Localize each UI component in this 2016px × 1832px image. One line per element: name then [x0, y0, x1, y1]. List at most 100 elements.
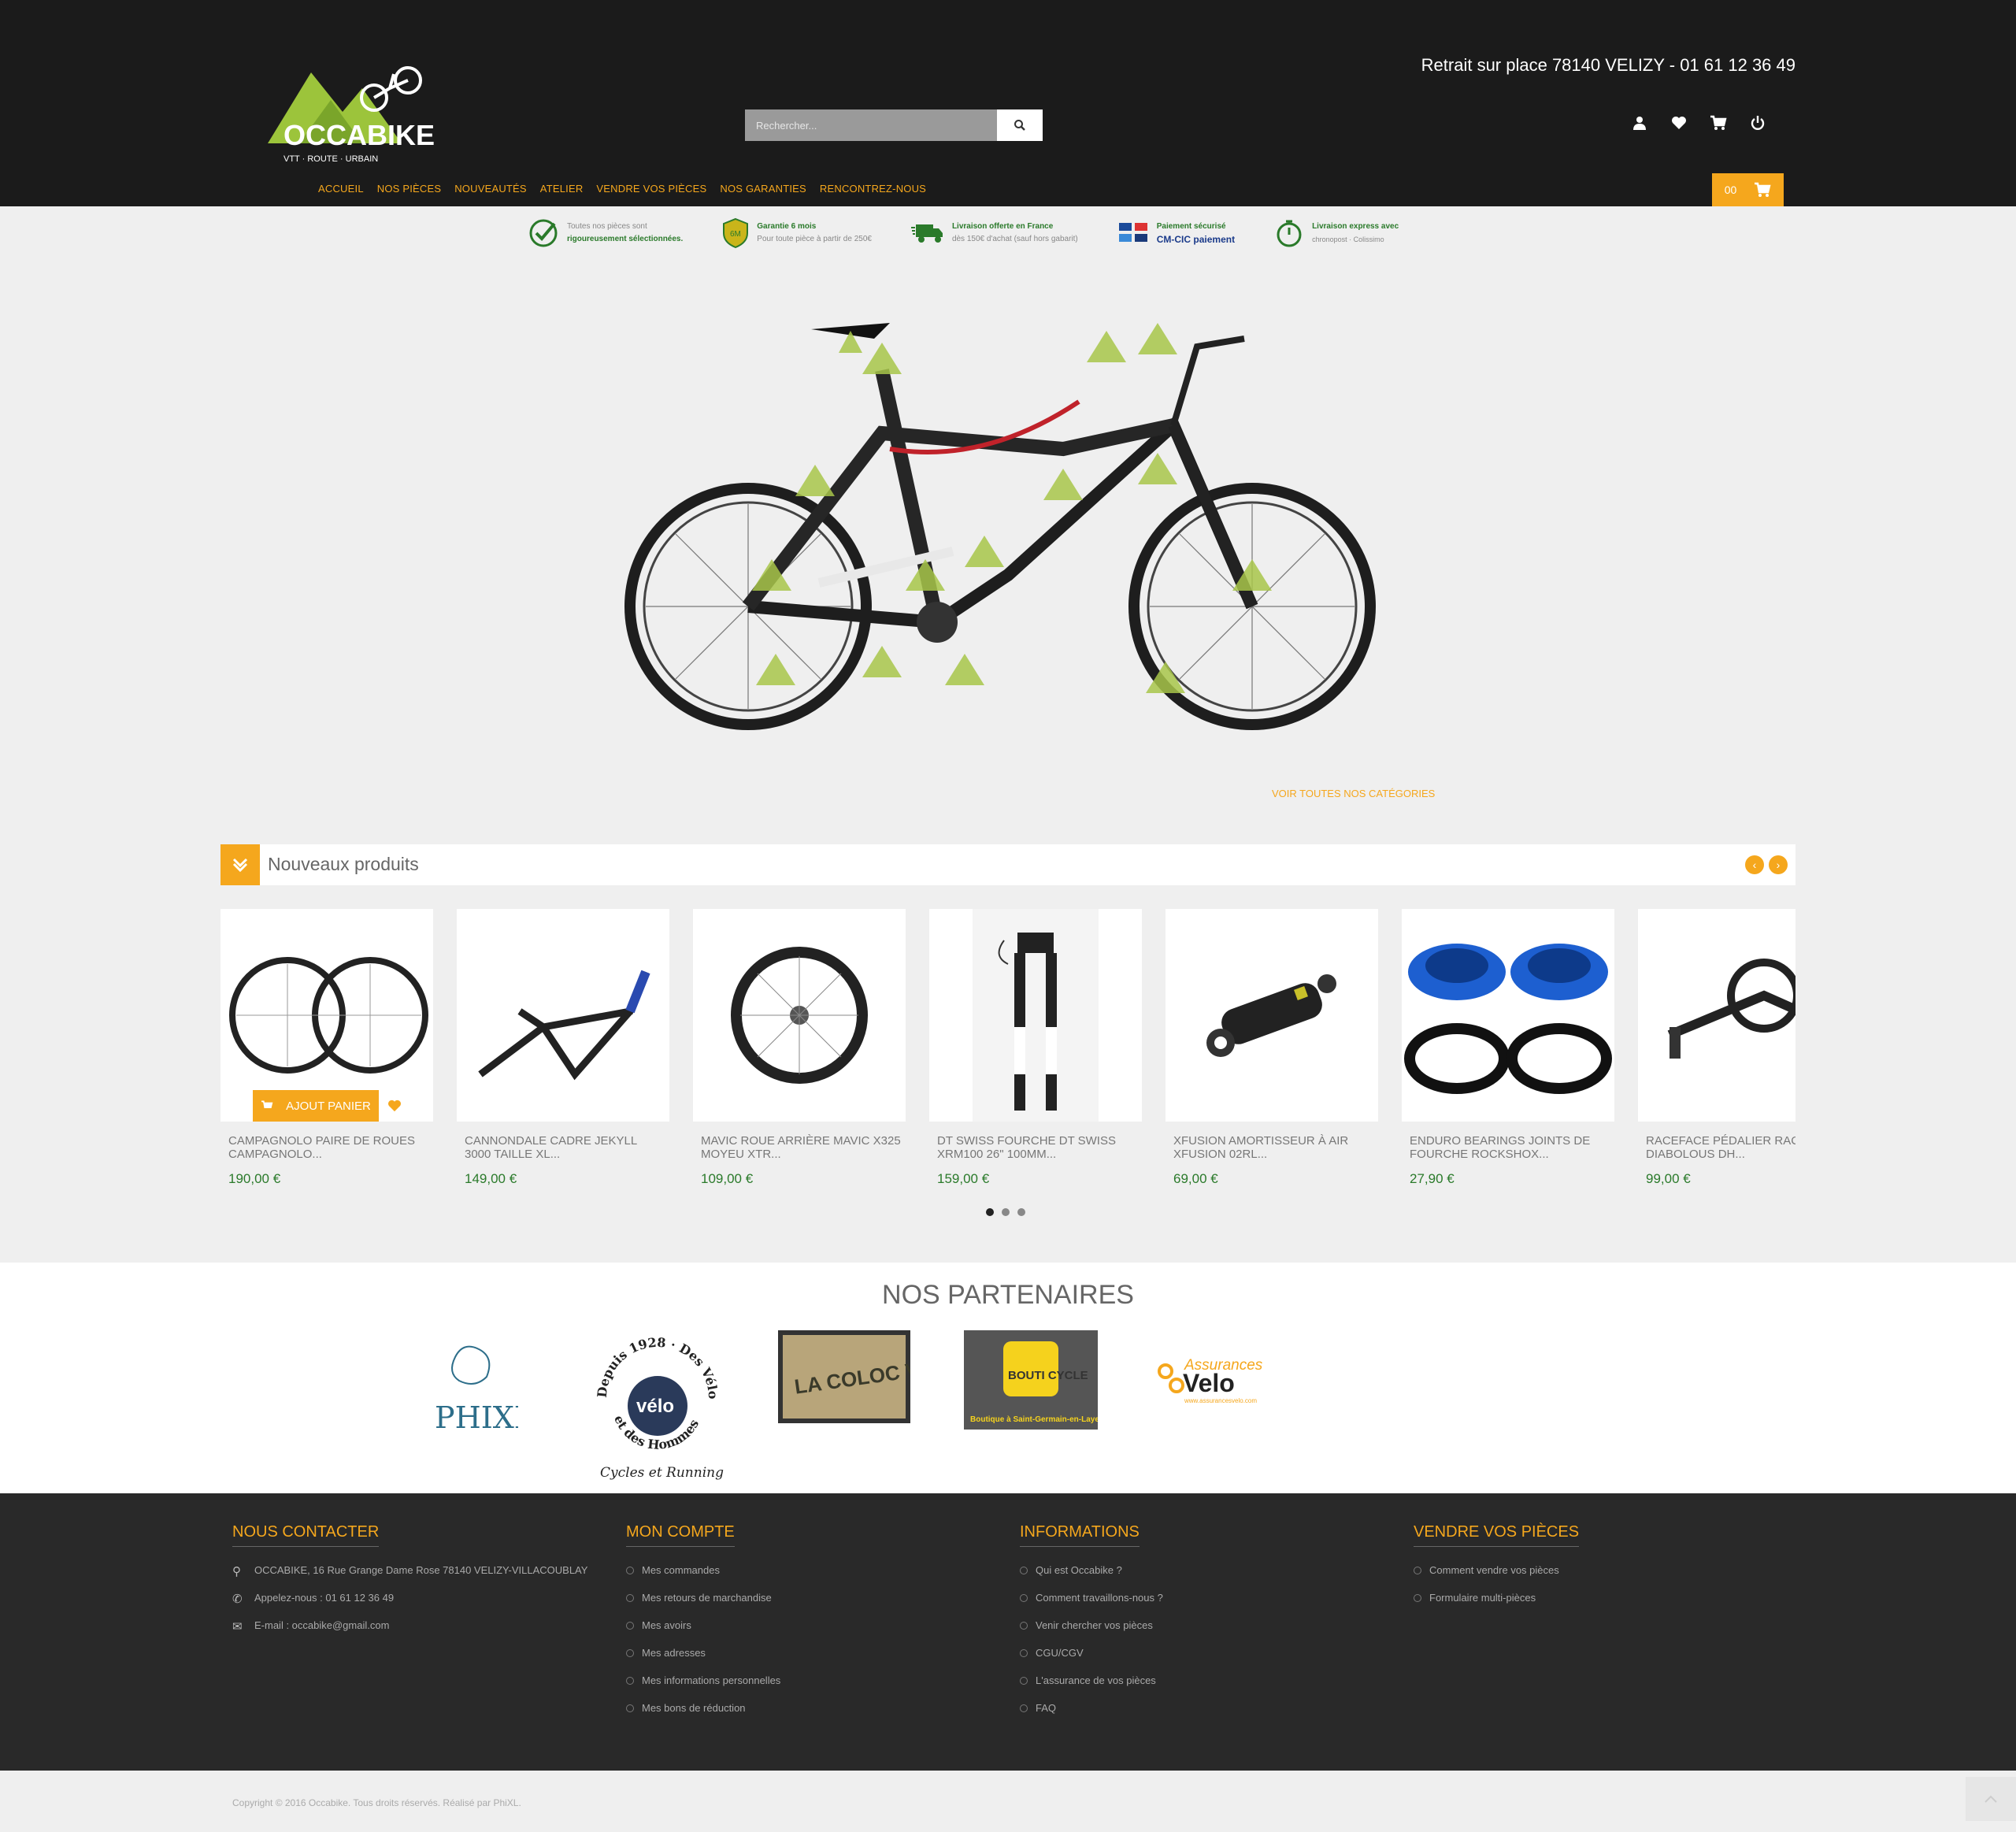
partner-bouticycle-logo[interactable]: BOUTI CYCLE Boutique à Saint-Germain-en-… [964, 1330, 1099, 1430]
product-card[interactable]: DT SWISS FOURCHE DT SWISS XRM100 26" 100… [929, 909, 1142, 1187]
product-image[interactable] [929, 909, 1142, 1122]
footer-link-infos-perso[interactable]: Mes informations personnelles [642, 1674, 780, 1686]
footer-link-retours[interactable]: Mes retours de marchandise [642, 1592, 772, 1604]
partner-coloc-verte-logo[interactable]: LA COLOC VERTE [778, 1330, 975, 1423]
partners-title: NOS PARTENAIRES [882, 1280, 1134, 1310]
nav-accueil[interactable]: ACCUEIL [318, 183, 364, 195]
nav-nouveautes[interactable]: NOUVEAUTÉS [454, 183, 527, 195]
footer-info: INFORMATIONS Qui est Occabike ? Comment … [1020, 1523, 1163, 1730]
product-image[interactable]: AJOUT PANIER [220, 909, 433, 1122]
reassurance-payment: Paiement sécurisé CM-CIC paiement [1117, 221, 1235, 246]
footer-email[interactable]: ✉ E-mail : occabike@gmail.com [232, 1619, 587, 1647]
product-card[interactable]: XFUSION AMORTISSEUR À AIR XFUSION 02RL..… [1166, 909, 1378, 1187]
carousel-prev-button[interactable]: ‹ [1745, 855, 1764, 874]
product-name[interactable]: CANNONDALE CADRE JEKYLL 3000 TAILLE XL..… [457, 1134, 669, 1161]
all-categories-link[interactable]: VOIR TOUTES NOS CATÉGORIES [1272, 788, 1435, 799]
svg-text:Velo: Velo [1183, 1369, 1235, 1397]
bike-category-map [622, 315, 1378, 756]
footer-link-commandes[interactable]: Mes commandes [642, 1564, 720, 1576]
product-price: 159,00 € [937, 1171, 990, 1186]
carousel-next-button[interactable]: › [1769, 855, 1788, 874]
partner-phixl-logo[interactable]: PHIXL [432, 1333, 534, 1444]
cart-button[interactable]: 00 [1712, 173, 1784, 206]
product-name[interactable]: XFUSION AMORTISSEUR À AIR XFUSION 02RL..… [1166, 1134, 1378, 1161]
search-bar [745, 109, 1043, 141]
product-name[interactable]: ENDURO BEARINGS JOINTS DE FOURCHE ROCKSH… [1402, 1134, 1614, 1161]
add-to-wishlist-button[interactable] [379, 1090, 410, 1122]
logout-icon[interactable] [1748, 113, 1767, 132]
scroll-to-top-button[interactable] [1966, 1777, 2016, 1821]
product-card[interactable]: MAVIC ROUE ARRIÈRE MAVIC X325 MOYEU XTR.… [693, 909, 906, 1187]
reassurance-selected: Toutes nos pièces sont rigoureusement sél… [528, 217, 683, 249]
logo-occa: OCCABIKE [284, 119, 435, 151]
svg-text:vélo: vélo [636, 1396, 674, 1417]
footer-link-cgu[interactable]: CGU/CGV [1036, 1647, 1084, 1659]
site-header: OCCABIKE VTT · ROUTE · URBAIN Retrait su… [0, 0, 2016, 206]
svg-text:www.assurancesvelo.com: www.assurancesvelo.com [1184, 1397, 1257, 1404]
reassurance-warranty: 6M Garantie 6 mois Pour toute pièce à par… [722, 217, 872, 249]
product-card[interactable]: CANNONDALE CADRE JEKYLL 3000 TAILLE XL..… [457, 909, 669, 1187]
reassurance-bar: Toutes nos pièces sont rigoureusement sél… [528, 217, 1399, 249]
product-price: 109,00 € [701, 1171, 754, 1186]
product-name[interactable]: MAVIC ROUE ARRIÈRE MAVIC X325 MOYEU XTR.… [693, 1134, 906, 1161]
footer-sell: VENDRE VOS PIÈCES Comment vendre vos piè… [1414, 1523, 1580, 1619]
footer-link-avoirs[interactable]: Mes avoirs [642, 1619, 691, 1631]
search-button[interactable] [997, 109, 1043, 141]
product-name[interactable]: DT SWISS FOURCHE DT SWISS XRM100 26" 100… [929, 1134, 1142, 1161]
svg-text:PHIXL: PHIXL [435, 1400, 518, 1435]
header-icons [1630, 113, 1767, 132]
nav-rencontrez-nous[interactable]: RENCONTREZ-NOUS [820, 183, 926, 195]
product-image[interactable] [1166, 909, 1378, 1122]
product-price: 69,00 € [1173, 1171, 1218, 1186]
product-image[interactable] [1402, 909, 1614, 1122]
reassurance-delivery: Livraison offerte en France dès 150€ d'ac… [910, 221, 1078, 246]
nav-vendre-vos-pieces[interactable]: VENDRE VOS PIÈCES [596, 183, 706, 195]
footer-contact: NOUS CONTACTER ⚲ OCCABIKE, 16 Rue Grange … [232, 1523, 587, 1647]
partner-assurances-velo-logo[interactable]: Assurances Velo www.assurancesvelo.com [1154, 1351, 1280, 1406]
footer-link-venir-chercher[interactable]: Venir chercher vos pièces [1036, 1619, 1153, 1631]
new-products-badge [220, 844, 260, 885]
footer-link-comment-vendre[interactable]: Comment vendre vos pièces [1429, 1564, 1559, 1576]
product-card[interactable]: RACEFACE PÉDALIER RACEFACE DIABOLOUS DH.… [1638, 909, 1796, 1187]
carousel-dot[interactable] [1002, 1208, 1010, 1216]
cart-icon[interactable] [1709, 113, 1728, 132]
product-image[interactable] [457, 909, 669, 1122]
search-input[interactable] [745, 109, 997, 141]
nav-nos-garanties[interactable]: NOS GARANTIES [720, 183, 806, 195]
carousel-dot[interactable] [986, 1208, 994, 1216]
footer-link-qui-est[interactable]: Qui est Occabike ? [1036, 1564, 1122, 1576]
product-image[interactable] [1638, 909, 1796, 1122]
footer-link-assurance[interactable]: L'assurance de vos pièces [1036, 1674, 1156, 1686]
add-to-cart-button[interactable]: AJOUT PANIER [253, 1090, 379, 1122]
product-image[interactable] [693, 909, 906, 1122]
reassurance-express: Livraison express avec chronopost · Colis… [1274, 218, 1399, 248]
account-icon[interactable] [1630, 113, 1649, 132]
svg-text:Boutique à Saint-Germain-en-La: Boutique à Saint-Germain-en-Laye [970, 1415, 1098, 1424]
footer-link-faq[interactable]: FAQ [1036, 1702, 1056, 1714]
wishlist-icon[interactable] [1670, 113, 1688, 132]
nav-atelier[interactable]: ATELIER [540, 183, 584, 195]
product-card[interactable]: AJOUT PANIER CAMPAGNOLO PAIRE DE ROUES C… [220, 909, 433, 1187]
footer-link-formulaire[interactable]: Formulaire multi-pièces [1429, 1592, 1536, 1604]
footer-link-bons-reduction[interactable]: Mes bons de réduction [642, 1702, 746, 1714]
carousel-dot[interactable] [1017, 1208, 1025, 1216]
copyright-bar: Copyright © 2016 Occabike. Tous droits r… [0, 1771, 2016, 1832]
partner-des-velos-logo[interactable]: Depuis 1928 · Des Vélos et des Hommes vé… [587, 1315, 724, 1485]
product-price: 149,00 € [465, 1171, 517, 1186]
product-name[interactable]: CAMPAGNOLO PAIRE DE ROUES CAMPAGNOLO... [220, 1134, 433, 1161]
stopwatch-icon [1277, 220, 1302, 247]
search-icon [1014, 120, 1025, 131]
phone-icon: ✆ [232, 1593, 243, 1606]
chevron-up-icon [1984, 1795, 1997, 1803]
partners-section: NOS PARTENAIRES PHIXL Depuis 1928 · Des … [0, 1263, 2016, 1493]
footer-link-comment-travaillons[interactable]: Comment travaillons-nous ? [1036, 1592, 1163, 1604]
credit-cards-icon [1118, 223, 1147, 242]
product-card[interactable]: ENDURO BEARINGS JOINTS DE FOURCHE ROCKSH… [1402, 909, 1614, 1187]
product-name[interactable]: RACEFACE PÉDALIER RACEFACE DIABOLOUS DH.… [1638, 1134, 1796, 1161]
occabike-logo[interactable]: OCCABIKE VTT · ROUTE · URBAIN [268, 57, 480, 167]
new-products-title: Nouveaux produits [268, 854, 419, 874]
footer-link-adresses[interactable]: Mes adresses [642, 1647, 706, 1659]
logo-tagline: VTT · ROUTE · URBAIN [284, 154, 378, 164]
shield-icon: 6M [723, 217, 749, 249]
nav-nos-pieces[interactable]: NOS PIÈCES [377, 183, 441, 195]
